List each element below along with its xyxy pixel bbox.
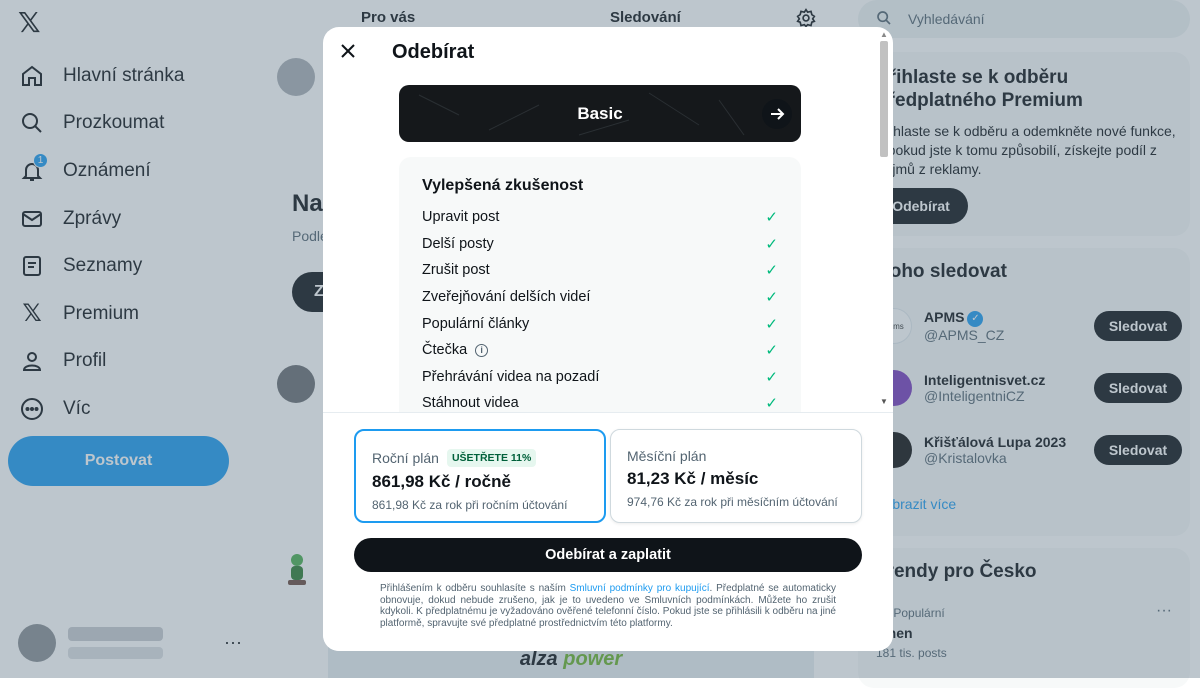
feature-row: Zrušit post ✓: [422, 262, 778, 280]
subscribe-dialog: Odebírat ▲ ▼ Basic Vylepšená zkušenost U…: [323, 27, 893, 651]
check-icon: ✓: [765, 289, 778, 307]
check-icon: ✓: [765, 395, 778, 413]
plan-option-monthly[interactable]: Měsíční plán 81,23 Kč / měsíc 974,76 Kč …: [610, 429, 862, 523]
arrow-right-icon[interactable]: [762, 99, 792, 129]
savings-badge: UŠETŘETE 11%: [446, 449, 537, 467]
checkout-panel: Roční plán UŠETŘETE 11% 861,98 Kč / ročně…: [323, 412, 893, 651]
legal-text: Přihlášením k odběru souhlasíte s naším …: [380, 583, 836, 629]
check-icon: ✓: [765, 209, 778, 227]
tier-label: Basic: [577, 103, 623, 123]
scrollbar[interactable]: ▲ ▼: [877, 27, 891, 413]
feature-row: Populární články ✓: [422, 315, 778, 333]
subscribe-and-pay-button[interactable]: Odebírat a zaplatit: [354, 538, 862, 572]
tier-selector-basic[interactable]: Basic: [399, 85, 801, 142]
plan-subtext: 861,98 Kč za rok při ročním účtování: [372, 498, 568, 512]
feature-list-card: Vylepšená zkušenost Upravit post ✓ Delší …: [399, 157, 801, 427]
plan-price: 81,23 Kč / měsíc: [627, 469, 759, 488]
plan-name: Roční plán: [372, 450, 439, 466]
check-icon: ✓: [765, 262, 778, 280]
info-icon[interactable]: i: [475, 343, 489, 357]
plan-option-yearly[interactable]: Roční plán UŠETŘETE 11% 861,98 Kč / ročně…: [354, 429, 606, 523]
plan-subtext: 974,76 Kč za rok při měsíčním účtování: [627, 495, 838, 509]
scroll-down-icon[interactable]: ▼: [880, 397, 888, 406]
check-icon: ✓: [765, 315, 778, 333]
plan-price: 861,98 Kč / ročně: [372, 472, 511, 491]
scrollbar-thumb[interactable]: [880, 41, 888, 157]
dialog-title: Odebírat: [392, 41, 475, 63]
check-icon: ✓: [765, 368, 778, 386]
feature-row: Přehrávání videa na pozadí ✓: [422, 368, 778, 386]
check-icon: ✓: [765, 342, 778, 360]
feature-heading: Vylepšená zkušenost: [422, 177, 584, 194]
terms-link[interactable]: Smluvní podmínky pro kupující: [570, 583, 710, 594]
plan-name: Měsíční plán: [627, 448, 707, 464]
check-icon: ✓: [765, 235, 778, 253]
close-icon[interactable]: [336, 39, 360, 63]
feature-row: Delší posty ✓: [422, 235, 778, 253]
feature-row: Upravit post ✓: [422, 209, 778, 227]
feature-row: Čtečka i ✓: [422, 342, 778, 360]
feature-list: Upravit post ✓ Delší posty ✓ Zrušit post ✓ …: [422, 204, 778, 417]
scroll-up-icon[interactable]: ▲: [880, 30, 888, 39]
feature-row: Zveřejňování delších videí ✓: [422, 289, 778, 307]
